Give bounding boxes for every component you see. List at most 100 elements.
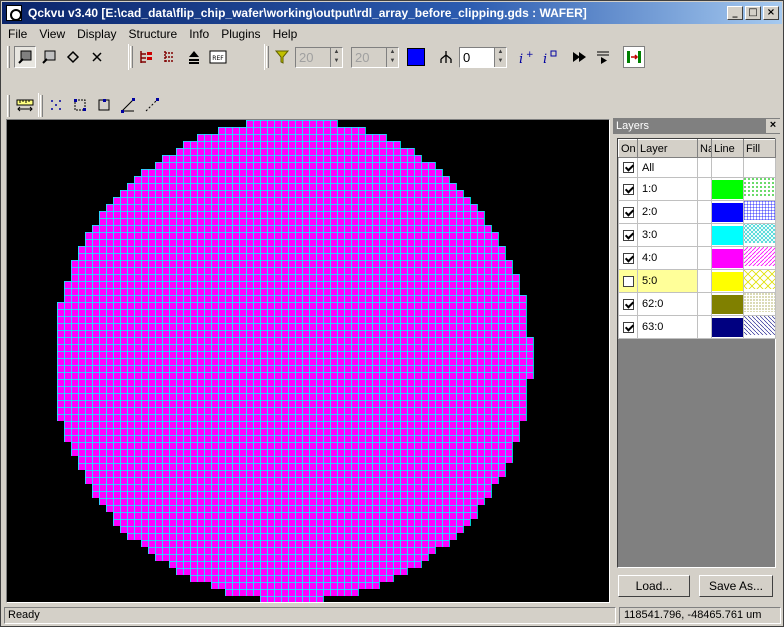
layer-row[interactable]: 4:0 xyxy=(618,246,776,270)
layer-fill-pattern[interactable] xyxy=(743,223,776,247)
stepper-down-icon[interactable]: ▼ xyxy=(331,57,342,67)
load-button[interactable]: Load... xyxy=(618,575,690,597)
snap-vertex-button[interactable] xyxy=(69,94,91,116)
layer-line-color[interactable] xyxy=(711,292,744,316)
menu-file[interactable]: File xyxy=(2,27,33,41)
highlight-color-button[interactable] xyxy=(405,46,427,68)
layer-visible-cell[interactable] xyxy=(618,177,638,201)
layer-visible-cell[interactable] xyxy=(618,223,638,247)
menu-structure[interactable]: Structure xyxy=(123,27,184,41)
layer-visible-checkbox[interactable] xyxy=(622,162,634,174)
menu-plugins[interactable]: Plugins xyxy=(215,27,266,41)
layer-row[interactable]: 5:0 xyxy=(618,269,776,293)
stepper-up-icon[interactable]: ▲ xyxy=(331,48,342,58)
menu-view[interactable]: View xyxy=(33,27,71,41)
layer-fill-pattern[interactable] xyxy=(743,246,776,270)
col-header-on[interactable]: On xyxy=(618,139,638,158)
col-header-name[interactable]: Na xyxy=(697,139,712,158)
select-box-button[interactable] xyxy=(38,46,60,68)
layer-fill-pattern[interactable] xyxy=(743,315,776,339)
menu-help[interactable]: Help xyxy=(267,27,304,41)
layer-visible-cell[interactable] xyxy=(618,269,638,293)
col-header-layer[interactable]: Layer xyxy=(637,139,698,158)
layer-visible-checkbox[interactable] xyxy=(622,275,634,287)
panel-close-icon[interactable]: × xyxy=(766,119,780,133)
hierarchy-button[interactable] xyxy=(135,46,157,68)
layers-panel-header[interactable]: Layers × xyxy=(613,118,780,134)
stepper-down-icon[interactable]: ▼ xyxy=(495,57,506,67)
stepper-up-icon[interactable]: ▲ xyxy=(387,48,398,58)
layer-fill-pattern[interactable] xyxy=(743,200,776,224)
layer-line-color[interactable] xyxy=(711,269,744,293)
layer-row[interactable]: 62:0 xyxy=(618,292,776,316)
layer-visible-cell[interactable] xyxy=(618,200,638,224)
max-size-stepper[interactable]: 20 ▲ ▼ xyxy=(351,46,399,68)
col-header-line[interactable]: Line xyxy=(711,139,744,158)
layer-visible-checkbox[interactable] xyxy=(622,206,634,218)
layer-row[interactable]: 63:0 xyxy=(618,315,776,339)
layer-visible-checkbox[interactable] xyxy=(622,321,634,333)
fit-width-button[interactable] xyxy=(623,46,645,68)
layer-line-color[interactable] xyxy=(711,177,744,201)
layer-fill-pattern[interactable] xyxy=(743,157,776,178)
layer-line-color[interactable] xyxy=(711,246,744,270)
menu-display[interactable]: Display xyxy=(71,27,122,41)
layer-visible-cell[interactable] xyxy=(618,157,638,178)
filter-button[interactable] xyxy=(271,46,293,68)
snap-grid-button[interactable] xyxy=(45,94,67,116)
layer-visible-cell[interactable] xyxy=(618,292,638,316)
layer-line-color[interactable] xyxy=(711,315,744,339)
layer-row[interactable]: 3:0 xyxy=(618,223,776,247)
toolbar-grip[interactable] xyxy=(7,95,10,117)
layer-fill-pattern[interactable] xyxy=(743,269,776,293)
depth-button[interactable] xyxy=(435,46,457,68)
layer-row[interactable]: 1:0 xyxy=(618,177,776,201)
layer-visible-checkbox[interactable] xyxy=(622,298,634,310)
min-size-stepper[interactable]: 20 ▲ ▼ xyxy=(295,46,343,68)
diamond-tool-button[interactable] xyxy=(62,46,84,68)
layer-row[interactable]: All xyxy=(618,157,776,178)
stack-button[interactable] xyxy=(183,46,205,68)
depth-stepper[interactable]: 0 ▲ ▼ xyxy=(459,46,507,68)
layer-visible-checkbox[interactable] xyxy=(622,252,634,264)
title-bar[interactable]: Qckvu v3.40 [E:\cad_data\flip_chip_wafer… xyxy=(2,2,782,24)
ruler-button[interactable] xyxy=(14,94,36,116)
layer-visible-checkbox[interactable] xyxy=(622,183,634,195)
layer-visible-cell[interactable] xyxy=(618,246,638,270)
save-as-button[interactable]: Save As... xyxy=(699,575,773,597)
ref-button[interactable]: REF xyxy=(207,46,229,68)
menu-info[interactable]: Info xyxy=(183,27,215,41)
toolbar-grip[interactable] xyxy=(40,95,43,117)
app-icon[interactable] xyxy=(6,5,22,21)
layer-fill-pattern[interactable] xyxy=(743,177,776,201)
maximize-button[interactable]: □ xyxy=(745,6,761,20)
info-box-button[interactable]: i xyxy=(539,46,561,68)
layer-line-color[interactable] xyxy=(711,157,744,178)
snap-free-button[interactable] xyxy=(141,94,163,116)
cell-list-button[interactable] xyxy=(159,46,181,68)
toolbar-grip[interactable] xyxy=(130,46,133,68)
play-list-button[interactable] xyxy=(593,46,615,68)
play-forward-button[interactable] xyxy=(569,46,591,68)
layer-visible-checkbox[interactable] xyxy=(622,229,634,241)
toolbar-grip[interactable] xyxy=(266,46,269,68)
close-button[interactable]: × xyxy=(763,6,779,20)
snap-edge-button[interactable] xyxy=(93,94,115,116)
layer-line-color[interactable] xyxy=(711,200,744,224)
minimize-button[interactable]: _ xyxy=(727,6,743,20)
stepper-up-icon[interactable]: ▲ xyxy=(495,48,506,58)
stepper-down-icon[interactable]: ▼ xyxy=(387,57,398,67)
layer-line-color[interactable] xyxy=(711,223,744,247)
toolbar-grip[interactable] xyxy=(7,46,10,68)
layer-row[interactable]: 2:0 xyxy=(618,200,776,224)
wafer-drawing[interactable] xyxy=(7,120,610,603)
layout-canvas[interactable] xyxy=(6,119,610,603)
select-tool-button[interactable] xyxy=(14,46,36,68)
cancel-tool-button[interactable] xyxy=(86,46,108,68)
col-header-fill[interactable]: Fill xyxy=(743,139,776,158)
layer-visible-cell[interactable] xyxy=(618,315,638,339)
snap-angle-button[interactable] xyxy=(117,94,139,116)
info-plus-button[interactable]: i + xyxy=(515,46,537,68)
layer-list-area[interactable]: On Layer Na Line Fill All1:02:03:04:05:0… xyxy=(617,138,776,568)
layer-fill-pattern[interactable] xyxy=(743,292,776,316)
